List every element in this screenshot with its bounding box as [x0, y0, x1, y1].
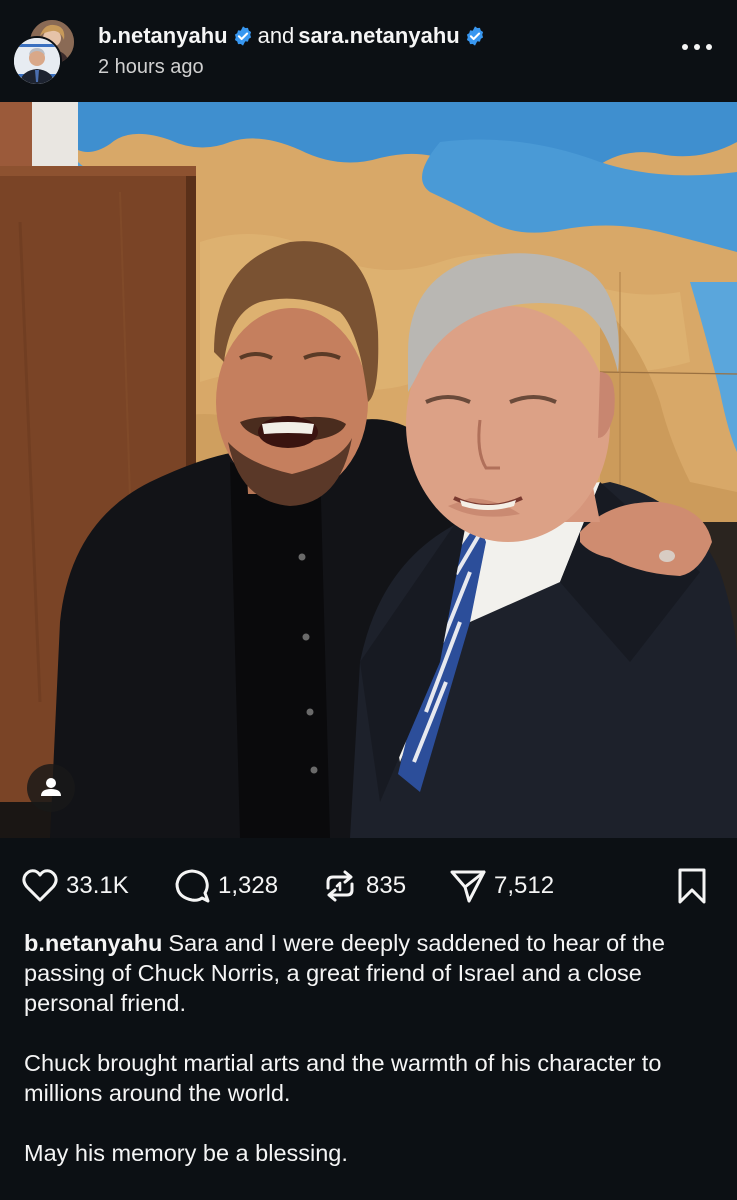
author-avatars[interactable]: [12, 18, 76, 86]
caption-paragraph-2: Chuck brought martial arts and the warmt…: [24, 1050, 662, 1106]
photo-illustration: [0, 102, 737, 838]
user-tag-icon: [41, 778, 61, 796]
verified-badge-icon: [234, 26, 251, 46]
bookmark-icon: [678, 868, 706, 904]
post: b.netanyahu and sara.netanyahu 2 hours ago: [0, 0, 737, 1200]
post-header: b.netanyahu and sara.netanyahu 2 hours ago: [0, 0, 737, 102]
author-secondary-username[interactable]: sara.netanyahu: [298, 23, 459, 48]
more-horizontal-icon[interactable]: [681, 42, 713, 52]
post-actions: 33.1K 1,328 835 7,512: [0, 838, 737, 930]
comment-button[interactable]: 1,328: [172, 866, 278, 906]
author-conjunction: and: [257, 23, 295, 48]
post-caption: b.netanyahu Sara and I were deeply sadden…: [24, 928, 724, 1168]
heart-icon: [22, 869, 58, 902]
like-count[interactable]: 33.1K: [66, 872, 129, 900]
comment-count[interactable]: 1,328: [218, 872, 278, 900]
caption-username[interactable]: b.netanyahu: [24, 930, 162, 956]
tagged-users-button[interactable]: [27, 764, 75, 812]
repost-count[interactable]: 835: [366, 872, 406, 900]
like-button[interactable]: 33.1K: [20, 866, 129, 906]
save-button[interactable]: [672, 866, 712, 906]
verified-badge-icon: [466, 26, 483, 46]
caption-paragraph-1: b.netanyahu Sara and I were deeply sadden…: [24, 928, 724, 1018]
author-primary-username[interactable]: b.netanyahu: [98, 23, 228, 48]
comment-icon: [175, 869, 210, 903]
avatar-benjamin[interactable]: [12, 36, 62, 86]
post-photo[interactable]: [0, 102, 737, 838]
share-icon: [450, 870, 486, 903]
repost-icon: [326, 870, 354, 902]
caption-paragraph-3: May his memory be a blessing.: [24, 1140, 348, 1166]
share-count[interactable]: 7,512: [494, 872, 554, 900]
post-timestamp: 2 hours ago: [98, 56, 204, 78]
share-button[interactable]: 7,512: [448, 866, 554, 906]
post-authors: b.netanyahu and sara.netanyahu: [98, 22, 486, 50]
repost-button[interactable]: 835: [320, 866, 406, 906]
